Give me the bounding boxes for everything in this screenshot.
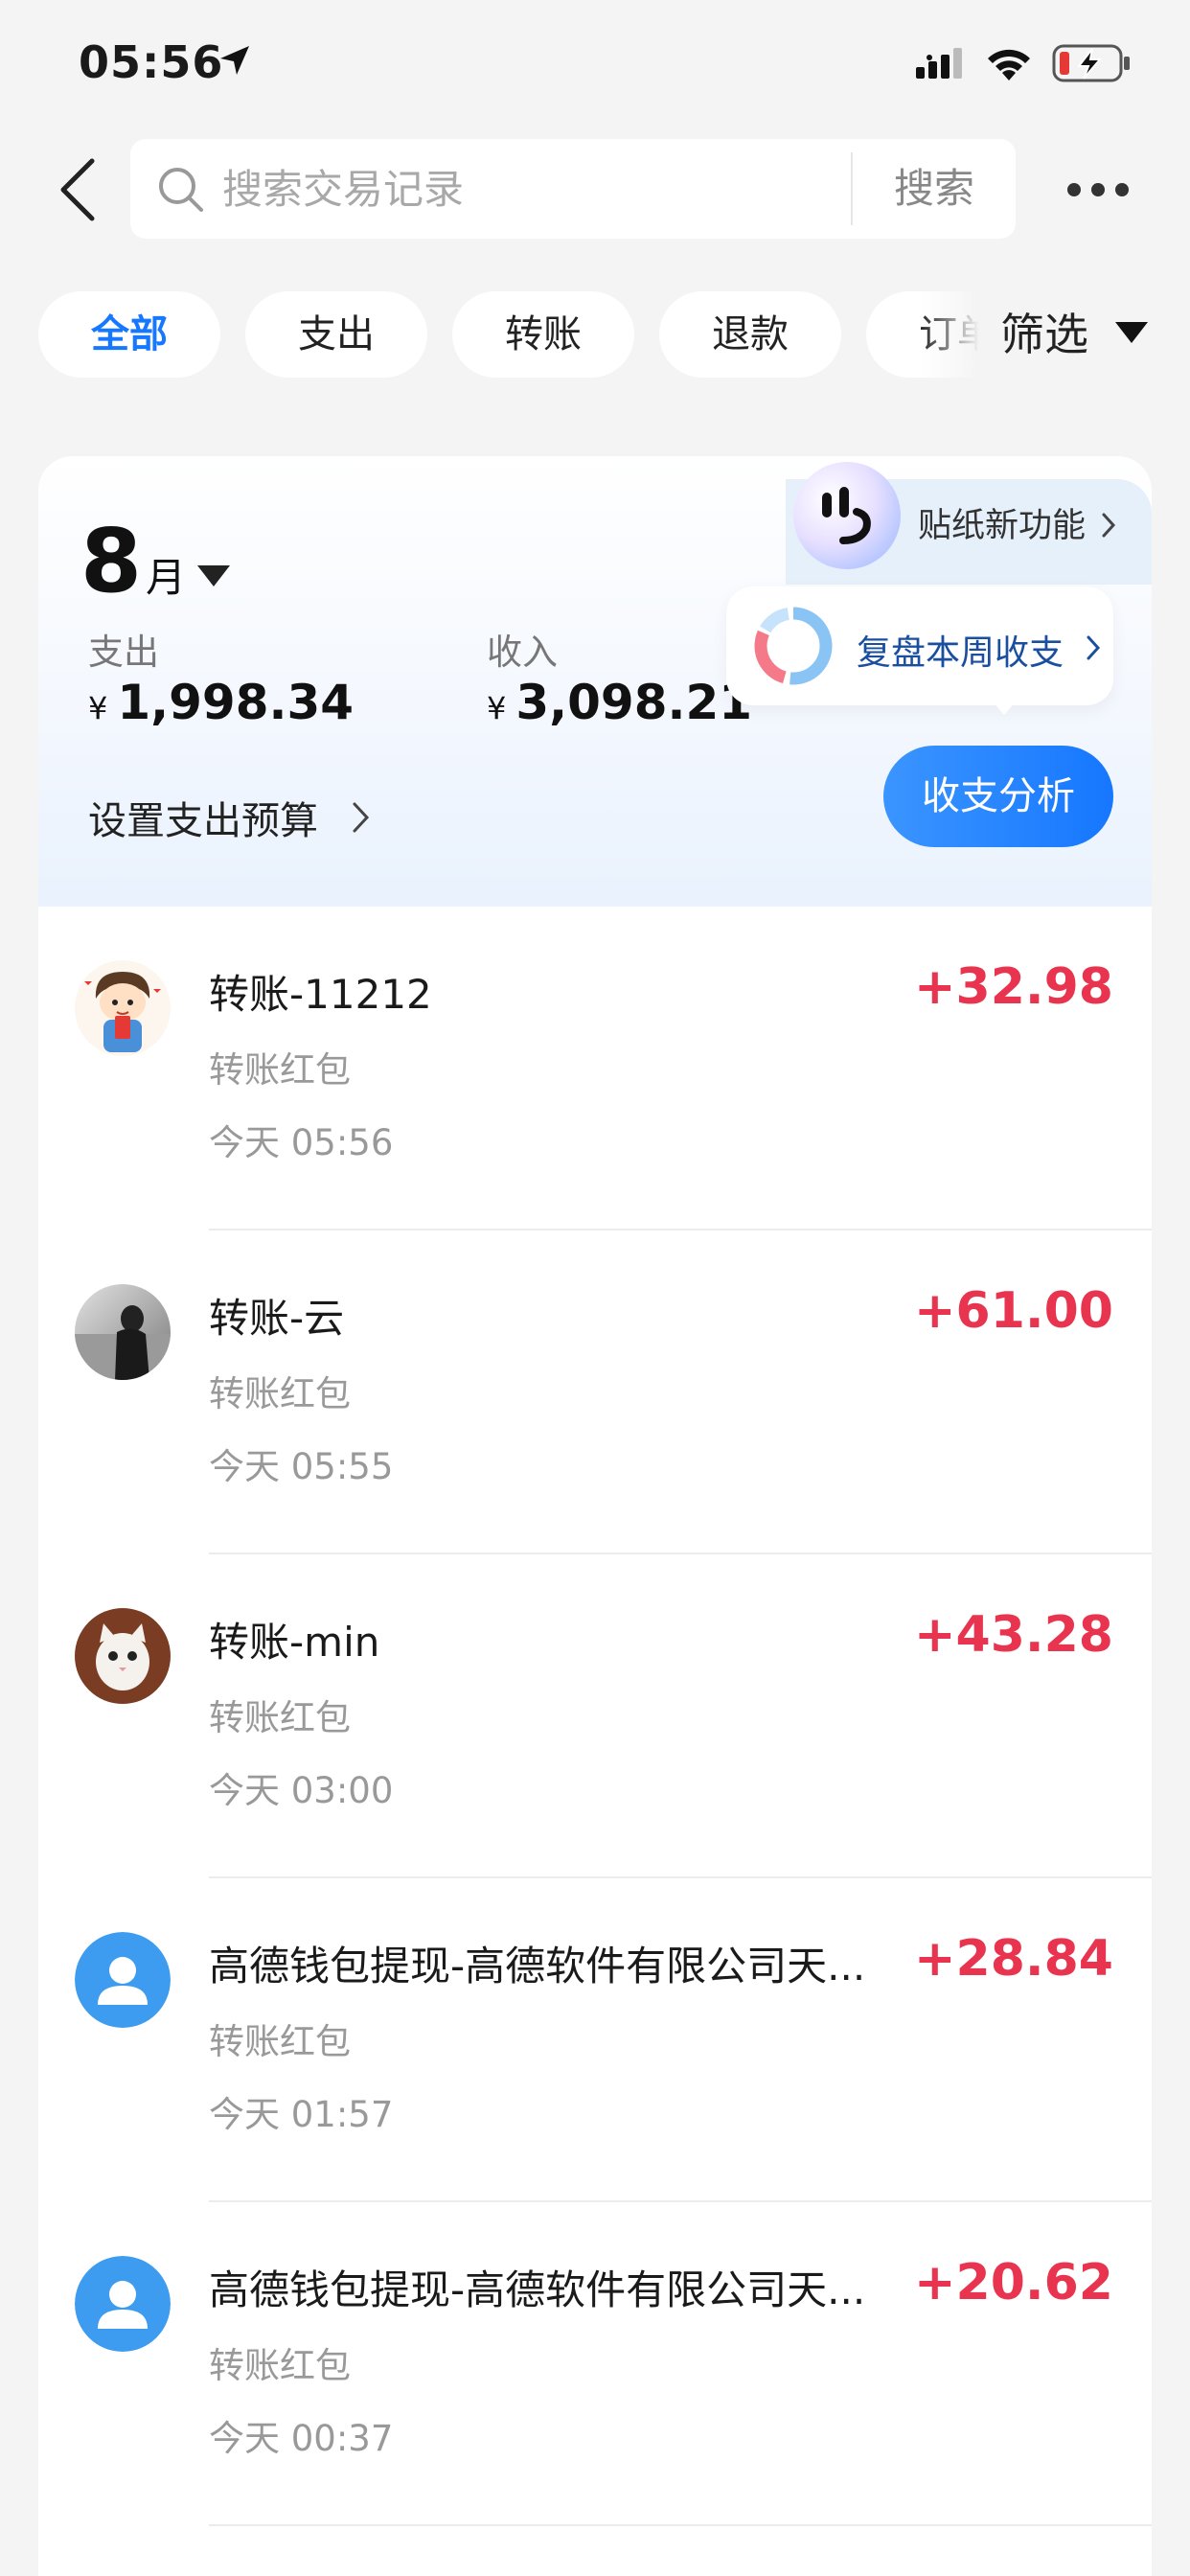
search-icon — [159, 168, 203, 212]
transaction-amount: +61.00 — [913, 1282, 1113, 1340]
transaction-subtitle: 转账红包 — [209, 1697, 351, 1738]
cellular-signal-icon — [916, 48, 962, 79]
status-bar: 05:56 — [0, 0, 1190, 128]
transaction-amount: +20.62 — [913, 2254, 1113, 2312]
transaction-title: 转账-11212 — [209, 971, 432, 1018]
status-time: 05:56 — [79, 36, 224, 88]
transaction-row[interactable]: 高德钱包提现-高德软件有限公司天... 转账红包 今天 01:57 +28.84 — [38, 1878, 1152, 2202]
default-user-avatar — [75, 1932, 171, 2028]
transaction-time: 今天 05:56 — [209, 1122, 394, 1163]
set-budget-link[interactable]: 设置支出预算 — [88, 790, 318, 845]
income-expense-analysis-button[interactable]: 收支分析 — [883, 746, 1113, 847]
bubble-tail — [991, 700, 1018, 715]
caret-down-icon — [1115, 322, 1148, 343]
transaction-time: 今天 03:00 — [209, 1770, 394, 1811]
cat-avatar — [75, 1608, 171, 1704]
location-arrow-icon — [220, 46, 249, 75]
transaction-row[interactable]: 转账-云 转账红包 今天 05:55 +61.00 — [38, 1230, 1152, 1554]
transactions-card: 贴纸新功能 8月 支出 ¥1,998.34 收入 ¥3,098.21 设置支出预… — [38, 456, 1152, 2576]
transaction-subtitle: 转账红包 — [209, 1049, 351, 1091]
wifi-icon — [988, 49, 1030, 80]
transaction-amount: +32.98 — [913, 958, 1113, 1016]
row-divider — [209, 2524, 1152, 2526]
month-number: 8 — [80, 510, 143, 612]
battery-charging-icon — [1052, 44, 1130, 82]
search-box[interactable]: 搜索 — [130, 139, 1016, 239]
sticker-mascot-icon[interactable] — [793, 462, 901, 569]
back-button[interactable] — [54, 155, 103, 224]
search-input[interactable] — [222, 162, 759, 216]
donut-chart-icon — [754, 607, 833, 685]
chevron-right-icon — [1102, 513, 1116, 538]
transaction-time: 今天 00:37 — [209, 2418, 394, 2459]
transaction-row[interactable]: 转账-min 转账红包 今天 03:00 +43.28 — [38, 1554, 1152, 1878]
tab-transfer[interactable]: 转账 — [452, 291, 634, 378]
photo-avatar — [75, 1284, 171, 1380]
transaction-time: 今天 05:55 — [209, 1446, 394, 1487]
month-selector[interactable]: 8月 — [80, 510, 186, 612]
more-options-button[interactable] — [1064, 171, 1133, 209]
tab-refund[interactable]: 退款 — [659, 291, 841, 378]
chevron-right-icon — [353, 802, 370, 833]
filter-button[interactable]: 筛选 — [1000, 291, 1088, 378]
income-label: 收入 — [487, 632, 558, 673]
sticker-feature-link[interactable]: 贴纸新功能 — [918, 498, 1117, 547]
smiley-face-icon — [822, 487, 871, 544]
transaction-amount: +43.28 — [913, 1606, 1113, 1664]
transaction-subtitle: 转账红包 — [209, 2021, 351, 2062]
month-unit: 月 — [146, 554, 187, 601]
transaction-title: 转账-min — [209, 1619, 380, 1666]
default-user-avatar — [75, 2256, 171, 2352]
chevron-left-icon — [60, 158, 95, 221]
transaction-subtitle: 转账红包 — [209, 2345, 351, 2386]
weekly-review-bubble[interactable]: 复盘本周收支 — [726, 586, 1113, 705]
expense-value: ¥1,998.34 — [88, 675, 355, 730]
income-value: ¥3,098.21 — [487, 675, 753, 730]
tab-all[interactable]: 全部 — [38, 291, 220, 378]
cartoon-avatar — [75, 960, 171, 1056]
user-icon — [75, 1932, 171, 2028]
transaction-title: 转账-云 — [209, 1295, 345, 1342]
transaction-row[interactable]: 高德钱包提现-高德软件有限公司天... 转账红包 今天 00:37 +20.62 — [38, 2202, 1152, 2526]
filter-tabs: 全部 支出 转账 退款 订单 筛选 — [0, 291, 1190, 378]
weekly-review-label: 复盘本周收支 — [857, 633, 1064, 673]
user-icon — [75, 2256, 171, 2352]
month-caret-down-icon[interactable] — [197, 565, 230, 586]
month-summary: 贴纸新功能 8月 支出 ¥1,998.34 收入 ¥3,098.21 设置支出预… — [38, 456, 1152, 907]
transaction-list: 转账-11212 转账红包 今天 05:56 +32.98 转账-云 转账红包 … — [38, 907, 1152, 2526]
transaction-title: 高德钱包提现-高德软件有限公司天... — [209, 1943, 866, 1990]
search-button[interactable]: 搜索 — [853, 139, 1016, 239]
transaction-subtitle: 转账红包 — [209, 1373, 351, 1414]
expense-label: 支出 — [88, 632, 159, 673]
tab-expense[interactable]: 支出 — [245, 291, 427, 378]
transaction-row[interactable]: 转账-11212 转账红包 今天 05:56 +32.98 — [38, 907, 1152, 1230]
transaction-amount: +28.84 — [913, 1930, 1113, 1988]
chevron-right-icon — [1087, 635, 1101, 660]
transaction-title: 高德钱包提现-高德软件有限公司天... — [209, 2266, 866, 2313]
transaction-time: 今天 01:57 — [209, 2094, 394, 2135]
